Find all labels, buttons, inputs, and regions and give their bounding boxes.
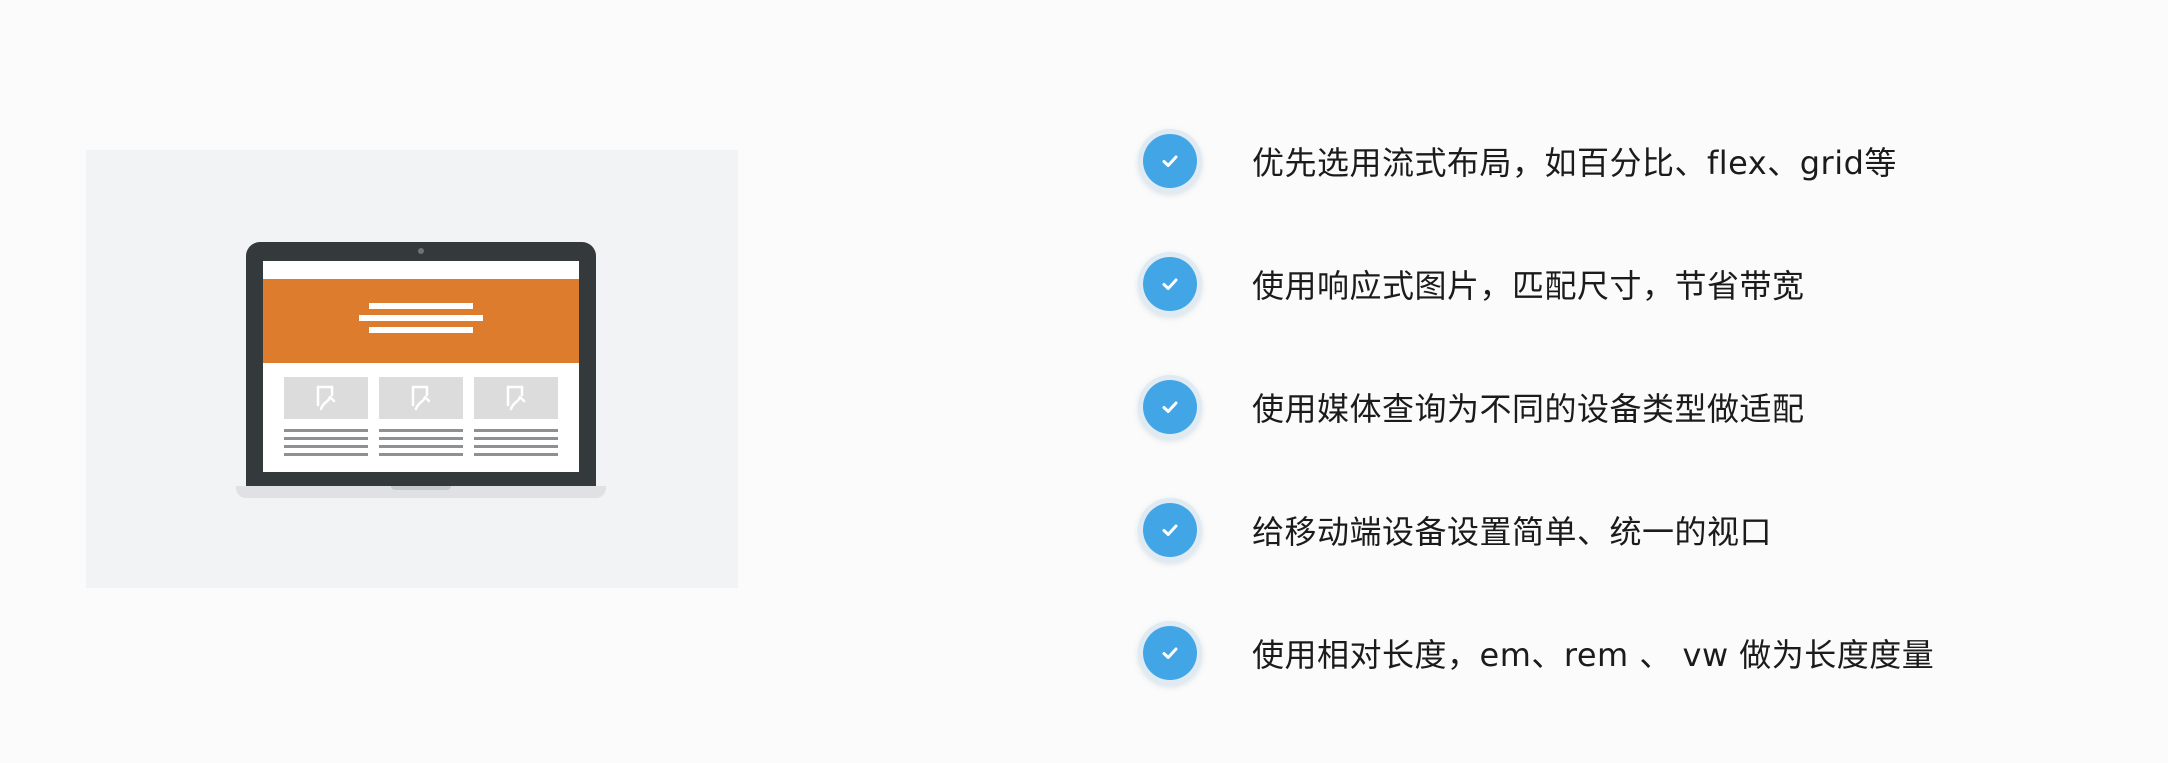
website-card: [284, 377, 368, 465]
hero-line: [359, 315, 483, 321]
checklist-item: 给移动端设备设置简单、统一的视口: [1138, 489, 2138, 571]
image-placeholder-icon: [506, 385, 526, 411]
website-card: [474, 377, 558, 465]
hero-line: [369, 327, 473, 333]
checklist-item: 使用相对长度，em、rem 、 vw 做为长度度量: [1138, 612, 2138, 694]
checklist-item-text: 使用相对长度，em、rem 、 vw 做为长度度量: [1252, 636, 1935, 674]
checklist-item-text: 使用媒体查询为不同的设备类型做适配: [1252, 390, 1805, 428]
text-line: [284, 453, 368, 456]
check-icon: [1138, 498, 1202, 562]
hero-line: [369, 303, 473, 309]
text-line: [474, 429, 558, 432]
text-line: [284, 429, 368, 432]
text-line: [284, 437, 368, 440]
text-line: [379, 437, 463, 440]
laptop-screen: [263, 261, 579, 472]
image-placeholder-icon: [316, 385, 336, 411]
website-header-block: [263, 279, 579, 363]
checklist-item-text: 优先选用流式布局，如百分比、flex、grid等: [1252, 144, 1897, 182]
text-line: [379, 429, 463, 432]
illustration-panel: [86, 150, 738, 588]
check-icon: [1138, 621, 1202, 685]
text-line: [379, 445, 463, 448]
text-line: [474, 445, 558, 448]
checklist-item: 优先选用流式布局，如百分比、flex、grid等: [1138, 120, 2138, 202]
website-card: [379, 377, 463, 465]
checklist-item: 使用媒体查询为不同的设备类型做适配: [1138, 366, 2138, 448]
card-image-placeholder: [379, 377, 463, 419]
text-line: [379, 453, 463, 456]
check-icon: [1138, 252, 1202, 316]
laptop-notch: [391, 486, 451, 490]
check-icon: [1138, 129, 1202, 193]
checklist: 优先选用流式布局，如百分比、flex、grid等 使用响应式图片，匹配尺寸，节省…: [1138, 120, 2138, 735]
card-image-placeholder: [474, 377, 558, 419]
laptop-lid: [246, 242, 596, 490]
text-line: [474, 437, 558, 440]
checklist-item-text: 使用响应式图片，匹配尺寸，节省带宽: [1252, 267, 1805, 305]
text-line: [474, 453, 558, 456]
image-placeholder-icon: [411, 385, 431, 411]
text-line: [284, 445, 368, 448]
check-icon: [1138, 375, 1202, 439]
checklist-item: 使用响应式图片，匹配尺寸，节省带宽: [1138, 243, 2138, 325]
laptop-camera: [418, 248, 424, 254]
responsive-website-laptop-icon: [236, 242, 606, 500]
laptop-base: [236, 486, 606, 498]
checklist-item-text: 给移动端设备设置简单、统一的视口: [1252, 513, 1773, 551]
slide: 优先选用流式布局，如百分比、flex、grid等 使用响应式图片，匹配尺寸，节省…: [0, 0, 2168, 763]
card-image-placeholder: [284, 377, 368, 419]
